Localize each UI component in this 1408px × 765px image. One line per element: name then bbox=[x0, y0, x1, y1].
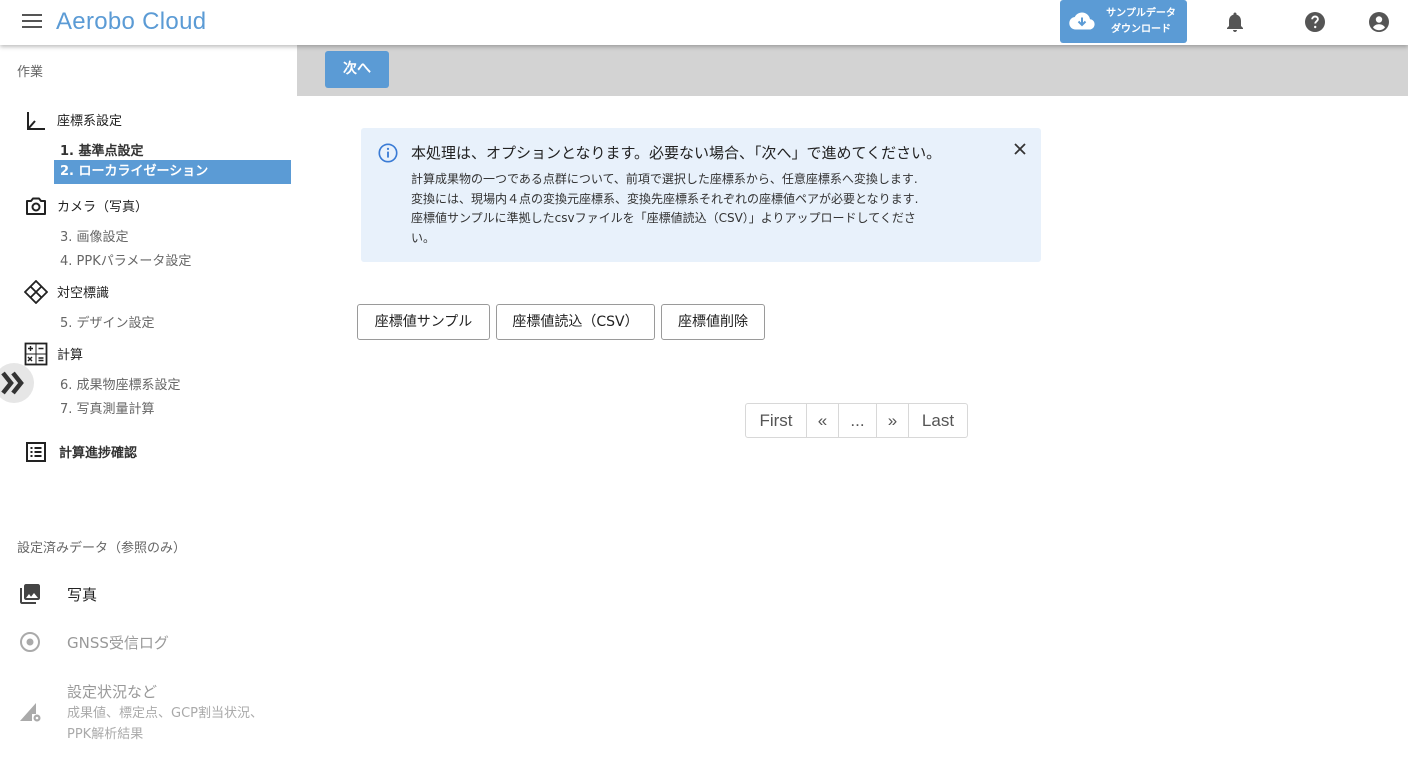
pager-first[interactable]: First bbox=[746, 404, 807, 437]
sidebar-item-design-settings[interactable]: 5. デザイン設定 bbox=[60, 312, 155, 331]
pager-ellipsis[interactable]: ... bbox=[839, 404, 877, 437]
download-label-line2: ダウンロード bbox=[1111, 24, 1171, 35]
ref-label-gnss: GNSS受信ログ bbox=[67, 634, 169, 652]
info-body: 計算成果物の一つである点群について、前項で選択した座標系から、任意座標系へ変換し… bbox=[411, 170, 971, 248]
axis-icon bbox=[27, 112, 45, 130]
step-title-calculation: 計算 bbox=[57, 348, 84, 363]
sidebar-item-reference-point[interactable]: 1. 基準点設定 bbox=[60, 140, 144, 159]
app-title[interactable]: Aerobo Cloud bbox=[56, 8, 206, 36]
double-chevron-icon bbox=[1, 371, 24, 395]
step-title-ground-marker: 対空標識 bbox=[57, 286, 110, 301]
coordinate-delete-button[interactable]: 座標値削除 bbox=[661, 304, 765, 340]
info-icon bbox=[378, 143, 398, 163]
sidebar-item-photogrammetry[interactable]: 7. 写真測量計算 bbox=[60, 398, 155, 417]
account-icon[interactable] bbox=[1367, 10, 1391, 34]
coordinate-import-csv-button[interactable]: 座標値読込（CSV） bbox=[496, 304, 655, 340]
app-header: Aerobo Cloud サンプルデータ ダウンロード bbox=[0, 0, 1408, 45]
ref-item-photos[interactable]: 写真 bbox=[0, 581, 297, 607]
collapse-sidebar-button[interactable] bbox=[0, 363, 34, 403]
radio-target-icon bbox=[20, 632, 40, 652]
ref-label-settings: 設定状況など bbox=[67, 683, 158, 701]
sidebar-item-image-settings[interactable]: 3. 画像設定 bbox=[60, 226, 129, 245]
section-work-label: 作業 bbox=[17, 65, 44, 80]
action-bar: 次へ bbox=[297, 45, 1408, 96]
cloud-download-icon bbox=[1069, 12, 1095, 30]
sidebar-item-ppk-parameters[interactable]: 4. PPKパラメータ設定 bbox=[60, 250, 191, 269]
menu-icon[interactable] bbox=[22, 14, 42, 30]
camera-icon bbox=[26, 197, 46, 215]
next-button[interactable]: 次へ bbox=[325, 51, 389, 88]
pager-next[interactable]: » bbox=[877, 404, 909, 437]
settings-signal-icon bbox=[20, 703, 41, 722]
ref-item-gnss-log[interactable]: GNSS受信ログ bbox=[0, 629, 297, 655]
sidebar: 作業 座標系設定 1. 基準点設定 2. ローカライゼーション カメラ（写真） … bbox=[0, 45, 297, 765]
info-title: 本処理は、オプションとなります。必要ない場合、「次へ」で進めてください。 bbox=[411, 144, 942, 162]
info-line: 変換には、現場内４点の変換元座標系、変換先座標系それぞれの座標値ペアが必要となり… bbox=[411, 191, 919, 206]
ref-sublabel-settings: 成果値、標定点、GCP割当状況、PPK解析結果 bbox=[67, 706, 263, 742]
info-alert: 本処理は、オプションとなります。必要ない場合、「次へ」で進めてください。 計算成… bbox=[361, 128, 1041, 262]
step-title-coordinate-system: 座標系設定 bbox=[57, 114, 123, 129]
help-icon[interactable] bbox=[1303, 10, 1327, 34]
sidebar-item-localization[interactable]: 2. ローカライゼーション bbox=[54, 160, 291, 184]
ref-label-photos: 写真 bbox=[67, 586, 98, 604]
sidebar-item-progress[interactable]: 計算進捗確認 bbox=[59, 442, 137, 461]
info-line: 計算成果物の一つである点群について、前項で選択した座標系から、任意座標系へ変換し… bbox=[411, 172, 918, 186]
sample-data-download-button[interactable]: サンプルデータ ダウンロード bbox=[1060, 0, 1187, 43]
pager-prev[interactable]: « bbox=[807, 404, 839, 437]
pagination: First « ... » Last bbox=[745, 403, 968, 438]
bell-icon[interactable] bbox=[1223, 10, 1247, 34]
pager-last[interactable]: Last bbox=[909, 404, 967, 437]
coordinate-sample-button[interactable]: 座標値サンプル bbox=[357, 304, 490, 340]
ref-item-settings-status[interactable]: 設定状況など 成果値、標定点、GCP割当状況、PPK解析結果 bbox=[0, 681, 297, 745]
section-reference-label: 設定済みデータ（参照のみ） bbox=[17, 541, 187, 556]
info-line: 座標値サンプルに準拠したcsvファイルを「座標値読込（CSV）」よりアップロード… bbox=[411, 211, 916, 225]
sidebar-item-output-coordinate[interactable]: 6. 成果物座標系設定 bbox=[60, 374, 181, 393]
list-icon bbox=[26, 442, 46, 462]
download-label-line1: サンプルデータ bbox=[1106, 8, 1176, 19]
target-marker-icon bbox=[24, 280, 48, 304]
photo-library-icon bbox=[20, 584, 40, 604]
step-title-camera: カメラ（写真） bbox=[57, 200, 149, 215]
close-icon[interactable] bbox=[1012, 141, 1028, 157]
info-line: い。 bbox=[411, 230, 436, 245]
